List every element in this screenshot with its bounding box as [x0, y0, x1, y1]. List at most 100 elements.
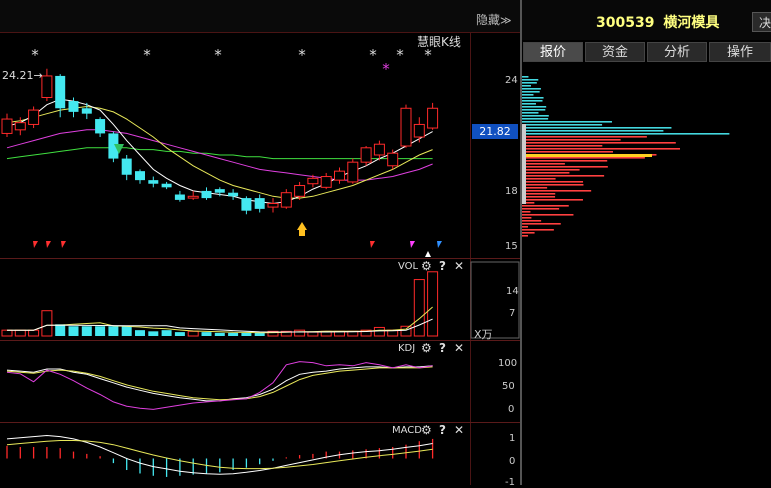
volume-profile-bar [522, 217, 532, 219]
candle-body [28, 109, 40, 125]
volume-profile-bar [522, 178, 556, 180]
volume-bar [373, 326, 385, 337]
signal-flag [33, 241, 38, 248]
volume-profile-bar [522, 157, 645, 159]
volume-bar [294, 329, 306, 337]
volume-profile-bar [522, 100, 543, 102]
price-tick-label: 24 [505, 75, 518, 86]
close-icon[interactable]: ✕ [454, 259, 464, 273]
kdj-label: KDJ [398, 343, 416, 354]
candle-body [68, 101, 79, 112]
volume-profile-bar [522, 154, 652, 157]
candle-body [95, 119, 106, 134]
star-marker: * [298, 46, 306, 64]
kdj-chart [6, 361, 433, 410]
volume-bar [413, 279, 425, 337]
candle-body [360, 147, 372, 163]
volume-bar [427, 271, 439, 337]
close-icon[interactable]: ✕ [454, 423, 464, 437]
volume-bar [201, 332, 212, 336]
volume-bar [148, 331, 159, 336]
volume-bar [1, 329, 13, 337]
volume-profile-bar [522, 136, 647, 138]
volume-profile-bar [522, 94, 534, 96]
volume-bar [108, 326, 119, 336]
volume-bar [81, 326, 92, 336]
kdj-tick-label: 100 [498, 358, 518, 369]
star-marker: * [214, 46, 222, 64]
settings-icon[interactable]: ⚙ [421, 259, 432, 273]
candle-body [161, 183, 172, 188]
high-price-marker: 24.21→ [2, 69, 43, 82]
stock-charts: * * * * * * ** [0, 0, 730, 485]
kline-chart: * * * * * * ** [1, 46, 442, 257]
volume-profile-bar [522, 211, 531, 213]
candle-body [294, 185, 306, 197]
macd-tick-label: -1 [505, 477, 515, 488]
star-marker: * [382, 60, 390, 78]
close-icon[interactable]: ✕ [454, 341, 464, 355]
vol-tick-label: 7 [509, 308, 516, 319]
vol-unit-label: X万 [474, 328, 493, 341]
macd-chart [6, 434, 434, 477]
star-marker: * [396, 46, 404, 64]
candle-body [387, 152, 399, 167]
help-icon[interactable]: ? [439, 341, 446, 355]
volume-bar [95, 326, 106, 336]
help-icon[interactable]: ? [439, 259, 446, 273]
kdj-tick-label: 0 [508, 404, 515, 415]
volume-bar [307, 331, 319, 337]
candle-body [413, 123, 425, 138]
signal-flag [437, 241, 442, 248]
volume-bar [135, 330, 145, 336]
up-arrow-icon [297, 222, 307, 230]
volume-bar [28, 329, 40, 337]
volume-profile-bar [522, 193, 556, 195]
volume-bar [214, 332, 225, 336]
volume-profile-bar [522, 130, 664, 132]
volume-profile [522, 76, 730, 237]
candle-body [201, 190, 212, 199]
vol-label: VOL [398, 261, 419, 272]
help-icon[interactable]: ? [439, 423, 446, 437]
volume-profile-bar [522, 220, 542, 222]
candle-body [267, 202, 279, 208]
volume-profile-bar [522, 160, 608, 162]
volume-profile-bar [522, 139, 621, 141]
volume-profile-bar [522, 163, 565, 165]
candle-body [400, 107, 412, 147]
volume-profile-bar [522, 112, 539, 114]
vol-tick-label: 14 [506, 286, 519, 297]
signal-flag [46, 241, 51, 248]
volume-bar [161, 330, 172, 336]
volume-profile-bar [522, 85, 531, 87]
macd-tick-label: 0 [509, 456, 516, 467]
volume-profile-bar [522, 76, 529, 78]
settings-icon[interactable]: ⚙ [421, 423, 432, 437]
signal-flag [410, 241, 415, 248]
macd-tick-label: 1 [509, 433, 516, 444]
volume-profile-bar [522, 151, 613, 153]
volume-profile-bar [522, 124, 526, 204]
candle-body [174, 194, 185, 200]
candle-body [254, 198, 265, 209]
volume-profile-bar [522, 142, 676, 144]
candle-body [228, 192, 239, 197]
volume-chart [1, 271, 439, 337]
volume-profile-bar [522, 91, 540, 93]
volume-profile-bar [522, 223, 561, 225]
volume-profile-bar [522, 229, 554, 231]
kline-indicator-label[interactable]: 慧眼K线 [417, 33, 461, 50]
volume-profile-bar [522, 121, 612, 123]
volume-bar [14, 329, 26, 337]
star-marker: * [143, 46, 151, 64]
candle-body [135, 171, 145, 181]
candle-body [241, 198, 252, 211]
candle-body [427, 107, 439, 129]
volume-profile-bar [522, 199, 583, 201]
macd-label: MACD [392, 425, 422, 436]
volume-bar [41, 310, 53, 337]
candle-body [320, 176, 332, 188]
settings-icon[interactable]: ⚙ [421, 341, 432, 355]
volume-bar [241, 332, 252, 336]
